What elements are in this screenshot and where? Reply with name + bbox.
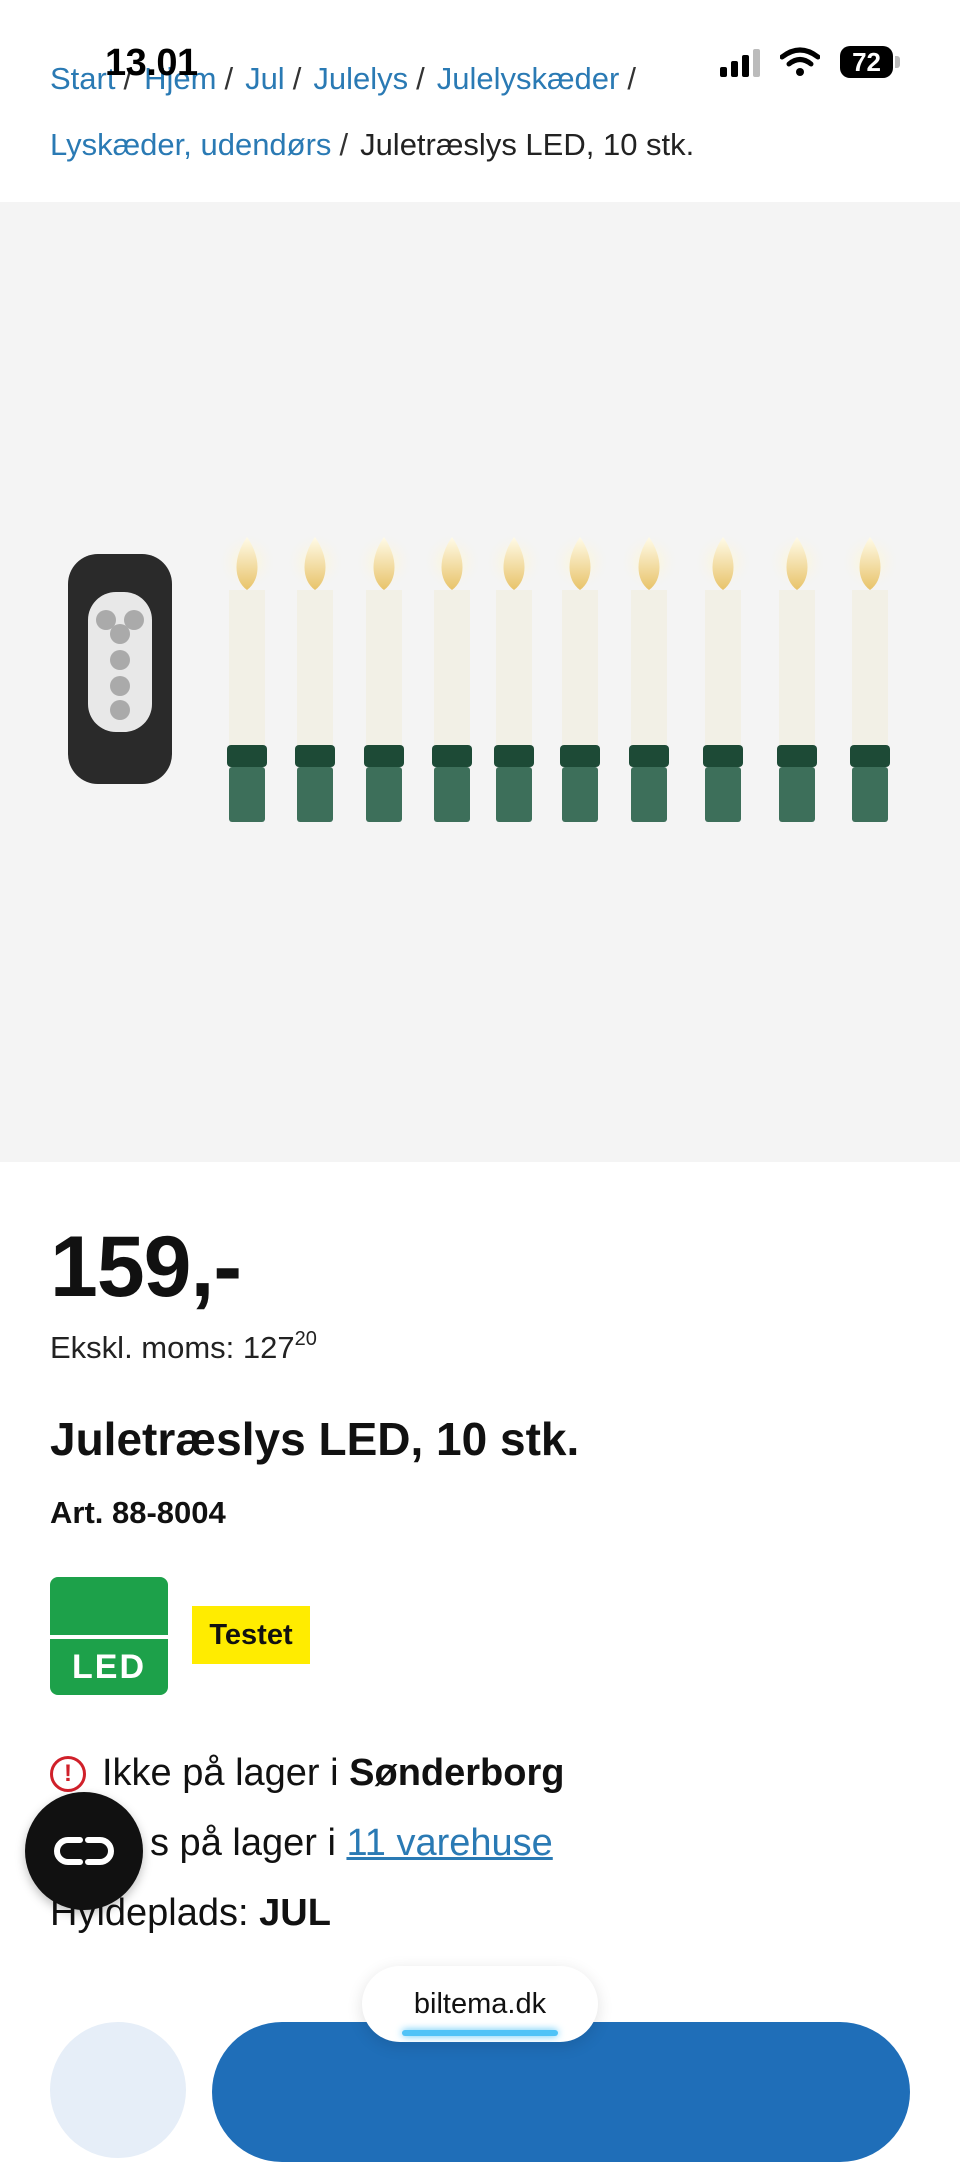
battery-level: 72	[840, 46, 893, 78]
price-excl-vat: Ekskl. moms: 12720	[50, 1328, 317, 1366]
excl-vat-label: Ekskl. moms:	[50, 1330, 235, 1365]
remote-control	[68, 554, 172, 784]
wifi-icon	[780, 47, 821, 76]
stores-link[interactable]: 11 varehuse	[346, 1822, 552, 1865]
breadcrumb-jul[interactable]: Jul	[245, 61, 285, 96]
product-price: 159,-	[50, 1219, 242, 1315]
breadcrumb-julelyskaeder[interactable]: Julelyskæder	[437, 61, 620, 96]
product-image[interactable]	[0, 202, 960, 1162]
led-badge-label: LED	[72, 1648, 146, 1686]
breadcrumb-current: Juletræslys LED, 10 stk.	[360, 127, 695, 162]
article-number: Art. 88-8004	[50, 1495, 226, 1530]
other-stock-prefix: s på lager i	[150, 1822, 347, 1864]
other-stores-stock: s på lager i 11 varehuse	[150, 1822, 553, 1865]
compare-button[interactable]	[25, 1792, 143, 1910]
candle-set	[217, 532, 900, 822]
add-to-cart-button[interactable]	[212, 2022, 910, 2162]
local-stock-status: ! Ikke på lager i Sønderborg	[50, 1752, 564, 1795]
breadcrumb-julelys[interactable]: Julelys	[313, 61, 408, 96]
status-icons: 72	[720, 46, 900, 78]
cellular-signal-icon	[720, 47, 761, 77]
local-stock-prefix: Ikke på lager i	[102, 1752, 350, 1794]
led-badge: LED	[50, 1577, 168, 1695]
product-title: Juletræslys LED, 10 stk.	[50, 1413, 580, 1465]
excl-vat-whole: 127	[242, 1330, 295, 1365]
alert-icon: !	[50, 1755, 86, 1792]
excl-vat-decimal: 20	[294, 1328, 317, 1350]
favorite-button[interactable]	[50, 2022, 186, 2158]
status-time: 13.01	[105, 42, 198, 84]
shelf-value: JUL	[259, 1892, 331, 1934]
compare-icon	[54, 1837, 114, 1865]
breadcrumb-lyskaeder[interactable]: Lyskæder, udendørs	[50, 127, 331, 162]
battery-icon: 72	[840, 46, 900, 78]
browser-url-bar[interactable]: biltema.dk	[362, 1966, 598, 2042]
tested-badge[interactable]: Testet	[192, 1606, 310, 1664]
local-store-name[interactable]: Sønderborg	[349, 1752, 564, 1795]
